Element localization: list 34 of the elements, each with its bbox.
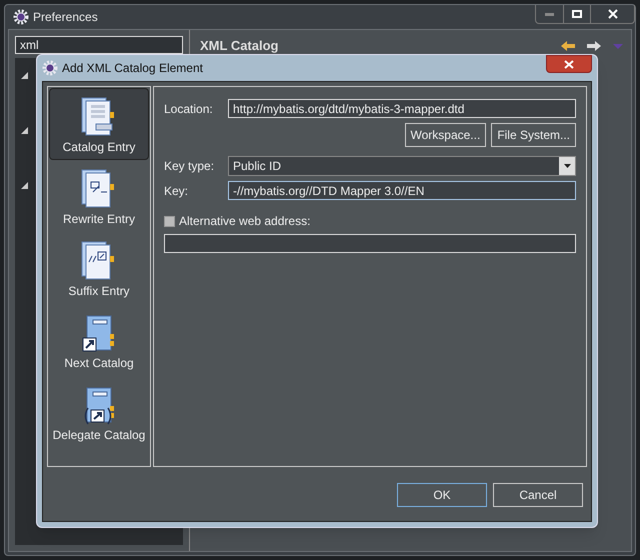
key-label: Key: [164,182,190,200]
forward-arrow-icon[interactable] [587,40,601,51]
key-type-dropdown[interactable]: Public ID [228,156,576,176]
page-title: XML Catalog [200,37,278,55]
key-type-label: Key type: [164,158,216,175]
location-field[interactable]: http://mybatis.org/dtd/mybatis-3-mapper.dtd [228,99,576,118]
dialog-button[interactable]: Cancel [493,483,583,507]
checkbox[interactable] [164,216,175,226]
filter-field[interactable]: xml [15,36,183,54]
dialog-button[interactable]: OK [397,483,487,507]
key-field[interactable]: -//mybatis.org//DTD Mapper 3.0//EN [228,181,576,200]
browse-button[interactable]: File System... [491,123,576,147]
close-button[interactable] [546,55,592,73]
catalog-book-icon [81,314,117,354]
entry-type-item[interactable]: Rewrite Entry [49,160,149,232]
location-label: Location: [164,100,214,118]
browse-button[interactable]: Workspace... [404,123,486,147]
expand-icon [21,182,28,189]
alternative-address-label: Alternative web address: [179,213,310,230]
entry-type-item[interactable]: Next Catalog [49,304,149,376]
window-title: Preferences [33,9,98,26]
entry-type-item[interactable]: Catalog Entry [49,88,149,160]
app-icon [13,9,29,25]
back-arrow-icon[interactable] [561,40,575,51]
dropdown-caret-icon [564,164,570,168]
expand-icon [21,127,28,134]
close-icon [564,60,574,68]
app-icon [42,60,58,76]
entry-type-item[interactable]: Suffix Entry [49,232,149,304]
expand-icon [21,72,28,79]
dialog-title: Add XML Catalog Element [62,60,203,77]
close-icon [608,9,618,19]
entry-type-item[interactable]: Delegate Catalog [49,376,149,448]
alternative-address-field[interactable] [164,234,576,253]
